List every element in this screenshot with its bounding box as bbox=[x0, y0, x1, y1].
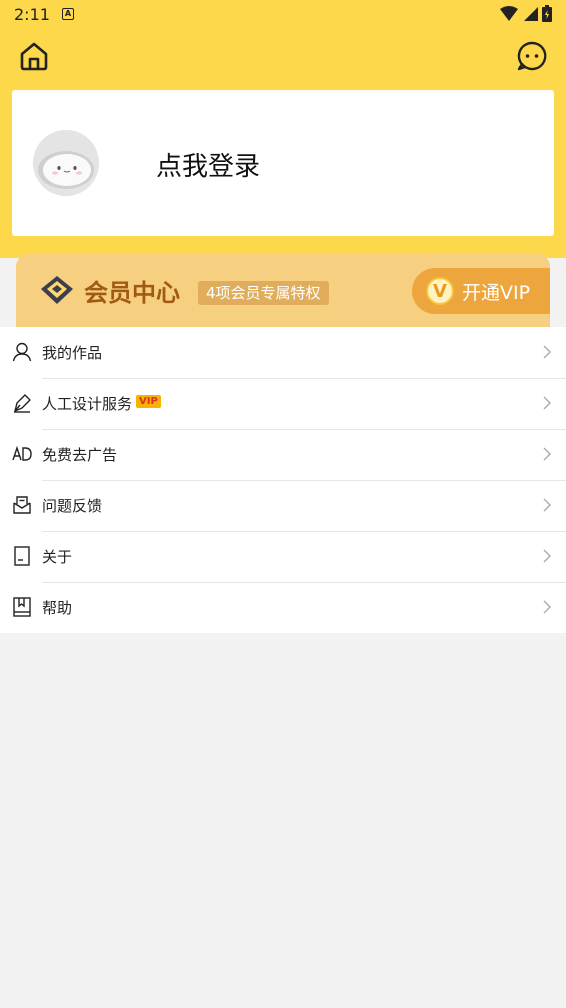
diamond-icon bbox=[41, 276, 73, 304]
person-icon bbox=[12, 342, 32, 362]
chat-bubble-icon bbox=[517, 41, 547, 71]
open-vip-label: 开通VIP bbox=[462, 281, 531, 304]
login-card[interactable]: 点我登录 bbox=[12, 90, 554, 236]
menu-item-about[interactable]: 关于 bbox=[0, 531, 566, 582]
open-vip-button[interactable]: V 开通VIP bbox=[412, 268, 550, 314]
chevron-right-icon bbox=[543, 600, 551, 614]
settings-menu: 我的作品 人工设计服务 VIP 免费去广告 问题反馈 关于 帮助 bbox=[0, 327, 566, 633]
menu-item-feedback[interactable]: 问题反馈 bbox=[0, 480, 566, 531]
menu-item-label: 关于 bbox=[42, 548, 73, 566]
menu-item-label: 问题反馈 bbox=[42, 497, 103, 515]
vip-center-title: 会员中心 bbox=[84, 279, 180, 307]
avatar[interactable] bbox=[33, 130, 99, 196]
notification-badge: A bbox=[61, 8, 74, 20]
menu-item-help[interactable]: 帮助 bbox=[0, 582, 566, 633]
status-bar: 2:11 A bbox=[0, 0, 566, 28]
default-avatar-icon bbox=[33, 130, 99, 196]
menu-item-remove-ads[interactable]: 免费去广告 bbox=[0, 429, 566, 480]
message-button[interactable] bbox=[516, 40, 548, 72]
menu-item-label: 免费去广告 bbox=[42, 446, 118, 464]
menu-item-label: 我的作品 bbox=[42, 344, 103, 362]
pen-icon bbox=[14, 394, 31, 413]
home-icon bbox=[20, 42, 48, 71]
vip-benefits-tag: 4项会员专属特权 bbox=[198, 281, 329, 305]
battery-icon bbox=[542, 5, 552, 22]
document-icon bbox=[14, 546, 30, 566]
feedback-icon bbox=[13, 496, 31, 514]
status-icons bbox=[500, 5, 552, 22]
wifi-icon bbox=[500, 5, 518, 21]
menu-item-design-service[interactable]: 人工设计服务 VIP bbox=[0, 378, 566, 429]
menu-item-my-works[interactable]: 我的作品 bbox=[0, 327, 566, 378]
vip-v-icon: V bbox=[426, 277, 454, 305]
ad-icon bbox=[12, 445, 32, 461]
status-time: 2:11 bbox=[14, 4, 50, 24]
menu-item-label-text: 人工设计服务 bbox=[42, 395, 133, 413]
chevron-right-icon bbox=[543, 498, 551, 512]
vip-center-banner[interactable]: 会员中心 4项会员专属特权 V 开通VIP bbox=[16, 253, 550, 327]
chevron-right-icon bbox=[543, 447, 551, 461]
book-icon bbox=[13, 597, 31, 617]
menu-item-label: 人工设计服务 VIP bbox=[42, 393, 161, 414]
menu-item-label: 帮助 bbox=[42, 599, 73, 617]
signal-icon bbox=[524, 6, 538, 21]
chevron-right-icon bbox=[543, 549, 551, 563]
chevron-right-icon bbox=[543, 396, 551, 410]
vip-badge: VIP bbox=[136, 395, 161, 408]
home-button[interactable] bbox=[18, 40, 50, 72]
chevron-right-icon bbox=[543, 345, 551, 359]
login-prompt[interactable]: 点我登录 bbox=[156, 146, 260, 183]
